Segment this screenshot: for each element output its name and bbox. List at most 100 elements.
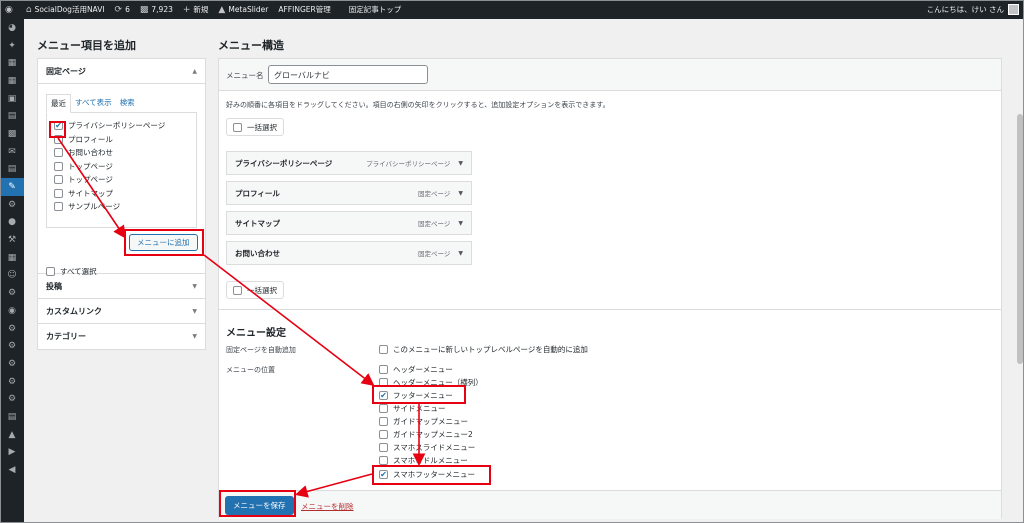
users-icon[interactable]: ●: [0, 214, 24, 232]
collapse-icon[interactable]: ◀: [0, 461, 24, 479]
gear-icon[interactable]: ⚙: [0, 355, 24, 373]
pin-icon[interactable]: ✦: [0, 37, 24, 55]
chevron-down-icon[interactable]: ▼: [458, 190, 463, 197]
tab-recent[interactable]: 最近: [46, 94, 71, 113]
media-icon[interactable]: ▣: [0, 90, 24, 108]
chevron-down-icon[interactable]: ▼: [458, 220, 463, 227]
location-checkbox[interactable]: [379, 378, 388, 387]
page-item[interactable]: トップページ: [54, 173, 189, 187]
affinger-link[interactable]: AFFINGER管理: [273, 0, 335, 19]
fixed-article-link[interactable]: 固定記事トップ: [344, 0, 407, 19]
gear-icon[interactable]: ⚙: [0, 284, 24, 302]
divider: [219, 309, 1001, 310]
menu-item-handle[interactable]: サイトマップ 固定ページ ▼: [226, 211, 472, 235]
location-option[interactable]: スマホミドルメニュー: [379, 455, 468, 466]
gear-icon[interactable]: ⚙: [0, 373, 24, 391]
select-all-pages[interactable]: すべて選択: [46, 266, 97, 277]
scrollbar-thumb[interactable]: [1017, 114, 1023, 364]
page-checkbox[interactable]: [54, 175, 63, 185]
custom-link-section-title[interactable]: カスタムリンク ▼: [38, 299, 205, 324]
tools-icon[interactable]: ⚒: [0, 231, 24, 249]
bulk-select-checkbox[interactable]: [233, 285, 242, 295]
location-checkbox[interactable]: [379, 443, 388, 452]
gear-icon[interactable]: ⚙: [0, 337, 24, 355]
location-checkbox[interactable]: ✔: [379, 470, 388, 479]
location-checkbox[interactable]: [379, 417, 388, 426]
location-option[interactable]: スマホスライドメニュー: [379, 442, 475, 453]
tab-search[interactable]: 検索: [116, 94, 139, 113]
chevron-down-icon[interactable]: ▼: [458, 250, 463, 257]
page-checkbox[interactable]: [54, 202, 63, 212]
add-to-menu-button[interactable]: メニューに追加: [129, 234, 198, 251]
page-checkbox[interactable]: [54, 161, 63, 171]
menu-footer: メニューを保存 メニューを削除: [219, 490, 1001, 519]
page-checkbox[interactable]: [54, 188, 63, 198]
site-name-link[interactable]: ⌂ SocialDog活用NAVI: [21, 0, 110, 19]
page-item[interactable]: お問い合わせ: [54, 146, 189, 160]
menu-name-input[interactable]: グローバルナビ: [268, 65, 428, 84]
save-menu-button[interactable]: メニューを保存: [225, 496, 294, 515]
bulk-select-button-bottom[interactable]: 一括選択: [226, 281, 284, 299]
tab-view-all[interactable]: すべて表示: [71, 94, 116, 113]
chart-icon[interactable]: ▤: [0, 408, 24, 426]
location-option[interactable]: ガイドマップメニュー2: [379, 429, 473, 440]
location-option[interactable]: ガイドマップメニュー: [379, 416, 468, 427]
page-checkbox[interactable]: [54, 148, 63, 158]
posts-section-title[interactable]: 投稿 ▼: [38, 274, 205, 299]
location-option[interactable]: ✔ スマホフッターメニュー: [379, 469, 475, 480]
my-account-link[interactable]: こんにちは、けい さん: [922, 0, 1024, 19]
gear-icon[interactable]: ⚙: [0, 390, 24, 408]
fixed-pages-section-title[interactable]: 固定ページ ▲: [38, 59, 205, 84]
play-icon[interactable]: ▶: [0, 444, 24, 462]
location-checkbox[interactable]: [379, 456, 388, 465]
metaslider-icon[interactable]: ▲: [0, 426, 24, 444]
menu-item-handle[interactable]: お問い合わせ 固定ページ ▼: [226, 241, 472, 265]
pages-icon[interactable]: ▤: [0, 107, 24, 125]
location-option[interactable]: ヘッダーメニュー: [379, 364, 453, 375]
bulk-select-button[interactable]: 一括選択: [226, 118, 284, 136]
bulk-select-checkbox[interactable]: [233, 122, 242, 132]
dashboard-icon[interactable]: ◕: [0, 19, 24, 37]
metaslider-link[interactable]: ▲ MetaSlider: [213, 0, 273, 19]
page-item[interactable]: ✔ プライバシーポリシーページ: [54, 119, 189, 133]
location-checkbox[interactable]: [379, 404, 388, 413]
wp-logo-icon[interactable]: ◉: [0, 0, 21, 19]
new-content-link[interactable]: + 新規: [178, 0, 214, 19]
page-item[interactable]: サンプルページ: [54, 200, 189, 214]
comments-link[interactable]: ▩ 7,923: [135, 0, 178, 19]
plugin-face-icon[interactable]: ☺: [0, 267, 24, 285]
location-option[interactable]: ヘッダーメニュー（横列）: [379, 377, 483, 388]
page-checkbox[interactable]: ✔: [54, 121, 63, 131]
plugins-icon[interactable]: ⚙: [0, 196, 24, 214]
menu-settings-heading: メニュー設定: [226, 328, 286, 339]
comments-icon[interactable]: ▩: [0, 125, 24, 143]
location-checkbox[interactable]: [379, 365, 388, 374]
location-option[interactable]: サイドメニュー: [379, 403, 446, 414]
category-section-title[interactable]: カテゴリー ▼: [38, 324, 205, 349]
delete-menu-link[interactable]: メニューを削除: [301, 501, 354, 512]
page-item[interactable]: トップページ: [54, 160, 189, 174]
location-checkbox[interactable]: [379, 430, 388, 439]
blocks-icon[interactable]: ▦: [0, 54, 24, 72]
feedback-icon[interactable]: ▤: [0, 161, 24, 179]
appearance-icon[interactable]: ✎: [0, 178, 24, 196]
location-checkbox[interactable]: ✔: [379, 391, 388, 400]
menu-item-handle[interactable]: プロフィール 固定ページ ▼: [226, 181, 472, 205]
wordpress-icon[interactable]: ◉: [0, 302, 24, 320]
settings-panel-icon[interactable]: ▦: [0, 249, 24, 267]
mail-icon[interactable]: ✉: [0, 143, 24, 161]
updates-link[interactable]: ⟳ 6: [110, 0, 135, 19]
chevron-down-icon[interactable]: ▼: [458, 160, 463, 167]
gear-icon[interactable]: ⚙: [0, 320, 24, 338]
auto-add-option[interactable]: このメニューに新しいトップレベルページを自動的に追加: [379, 344, 588, 355]
menu-item-handle[interactable]: プライバシーポリシーページ プライバシーポリシーページ ▼: [226, 151, 472, 175]
menu-locations-label: メニューの位置: [226, 366, 275, 374]
page-scrollbar[interactable]: [1016, 19, 1024, 523]
page-item[interactable]: サイトマップ: [54, 187, 189, 201]
page-item[interactable]: プロフィール: [54, 133, 189, 147]
location-option[interactable]: ✔ フッターメニュー: [379, 390, 453, 401]
grid-icon[interactable]: ▦: [0, 72, 24, 90]
page-checkbox[interactable]: [54, 134, 63, 144]
auto-add-checkbox[interactable]: [379, 345, 388, 354]
select-all-checkbox[interactable]: [46, 267, 55, 276]
